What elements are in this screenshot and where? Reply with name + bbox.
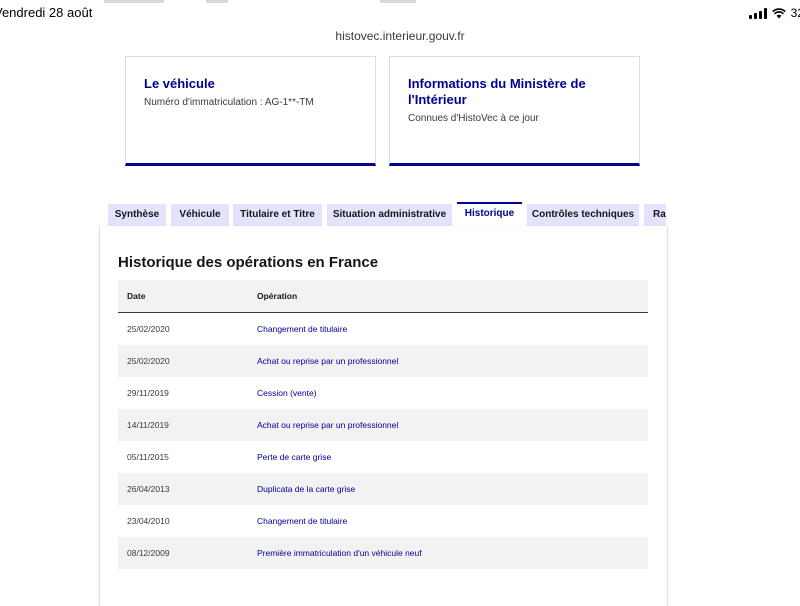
row-date: 26/04/2013	[118, 473, 257, 505]
cellular-signal-icon	[748, 7, 767, 19]
table-header-row: Date Opération	[118, 280, 648, 313]
tab-bar: Synthèse Véhicule Titulaire et Titre Sit…	[108, 202, 666, 226]
status-bar: Vendredi 28 août 32	[0, 0, 800, 26]
vehicle-card: Le véhicule Numéro d'immatriculation : A…	[125, 56, 376, 166]
operation-link[interactable]: Duplicata de la carte grise	[257, 484, 355, 494]
history-table: Date Opération 25/02/2020 Changement de …	[118, 280, 648, 569]
operation-link[interactable]: Perte de carte grise	[257, 452, 331, 462]
status-indicators: 32	[748, 6, 800, 20]
history-panel: Historique des opérations en France Date…	[99, 226, 668, 606]
url-text: histovec.interieur.gouv.fr	[335, 29, 465, 43]
table-row: 25/02/2020 Achat ou reprise par un profe…	[118, 345, 648, 377]
row-date: 05/11/2015	[118, 441, 257, 473]
row-operation: Changement de titulaire	[257, 312, 648, 345]
table-row: 26/04/2013 Duplicata de la carte grise	[118, 473, 648, 505]
ministry-card-title: Informations du Ministère de l'Intérieur	[408, 76, 586, 107]
tab-controles-techniques[interactable]: Contrôles techniques	[527, 204, 639, 226]
column-header-operation: Opération	[257, 280, 648, 313]
tab-rapport[interactable]: Rapport	[644, 204, 666, 226]
table-row: 08/12/2009 Première immatriculation d'un…	[118, 537, 648, 569]
row-operation: Première immatriculation d'un véhicule n…	[257, 537, 648, 569]
row-operation: Cession (vente)	[257, 377, 648, 409]
battery-percentage: 32	[790, 6, 800, 20]
tab-synthese[interactable]: Synthèse	[108, 204, 166, 226]
vehicle-plate: Numéro d'immatriculation : AG-1**-TM	[144, 97, 314, 108]
operation-link[interactable]: Première immatriculation d'un véhicule n…	[257, 548, 422, 558]
row-date: 29/11/2019	[118, 377, 257, 409]
row-operation: Achat ou reprise par un professionnel	[257, 409, 648, 441]
history-title: Historique des opérations en France	[118, 254, 379, 271]
url-bar[interactable]: histovec.interieur.gouv.fr	[0, 29, 800, 43]
wifi-icon	[771, 7, 786, 18]
table-row: 29/11/2019 Cession (vente)	[118, 377, 648, 409]
status-date: Vendredi 28 août	[0, 5, 93, 20]
operation-link[interactable]: Changement de titulaire	[257, 324, 347, 334]
row-date: 14/11/2019	[118, 409, 257, 441]
table-row: 05/11/2015 Perte de carte grise	[118, 441, 648, 473]
operation-link[interactable]: Achat ou reprise par un professionnel	[257, 356, 398, 366]
table-row: 14/11/2019 Achat ou reprise par un profe…	[118, 409, 648, 441]
vehicle-card-title: Le véhicule	[144, 76, 215, 91]
column-header-date: Date	[118, 280, 257, 313]
table-row: 23/04/2010 Changement de titulaire	[118, 505, 648, 537]
ministry-card: Informations du Ministère de l'Intérieur…	[389, 56, 640, 166]
tab-vehicule[interactable]: Véhicule	[171, 204, 229, 226]
ghost-bar	[104, 0, 164, 3]
tab-titulaire-titre[interactable]: Titulaire et Titre	[233, 204, 322, 226]
row-date: 25/02/2020	[118, 312, 257, 345]
ghost-bar	[206, 0, 228, 3]
row-operation: Perte de carte grise	[257, 441, 648, 473]
tab-situation-administrative[interactable]: Situation administrative	[327, 204, 452, 226]
tab-historique[interactable]: Historique	[457, 202, 522, 226]
ghost-bar	[380, 0, 416, 3]
row-operation: Achat ou reprise par un professionnel	[257, 345, 648, 377]
ministry-card-subtitle: Connues d'HistoVec à ce jour	[408, 113, 539, 124]
row-date: 23/04/2010	[118, 505, 257, 537]
operation-link[interactable]: Achat ou reprise par un professionnel	[257, 420, 398, 430]
operation-link[interactable]: Cession (vente)	[257, 388, 317, 398]
row-operation: Duplicata de la carte grise	[257, 473, 648, 505]
row-operation: Changement de titulaire	[257, 505, 648, 537]
row-date: 25/02/2020	[118, 345, 257, 377]
operation-link[interactable]: Changement de titulaire	[257, 516, 347, 526]
row-date: 08/12/2009	[118, 537, 257, 569]
table-row: 25/02/2020 Changement de titulaire	[118, 312, 648, 345]
